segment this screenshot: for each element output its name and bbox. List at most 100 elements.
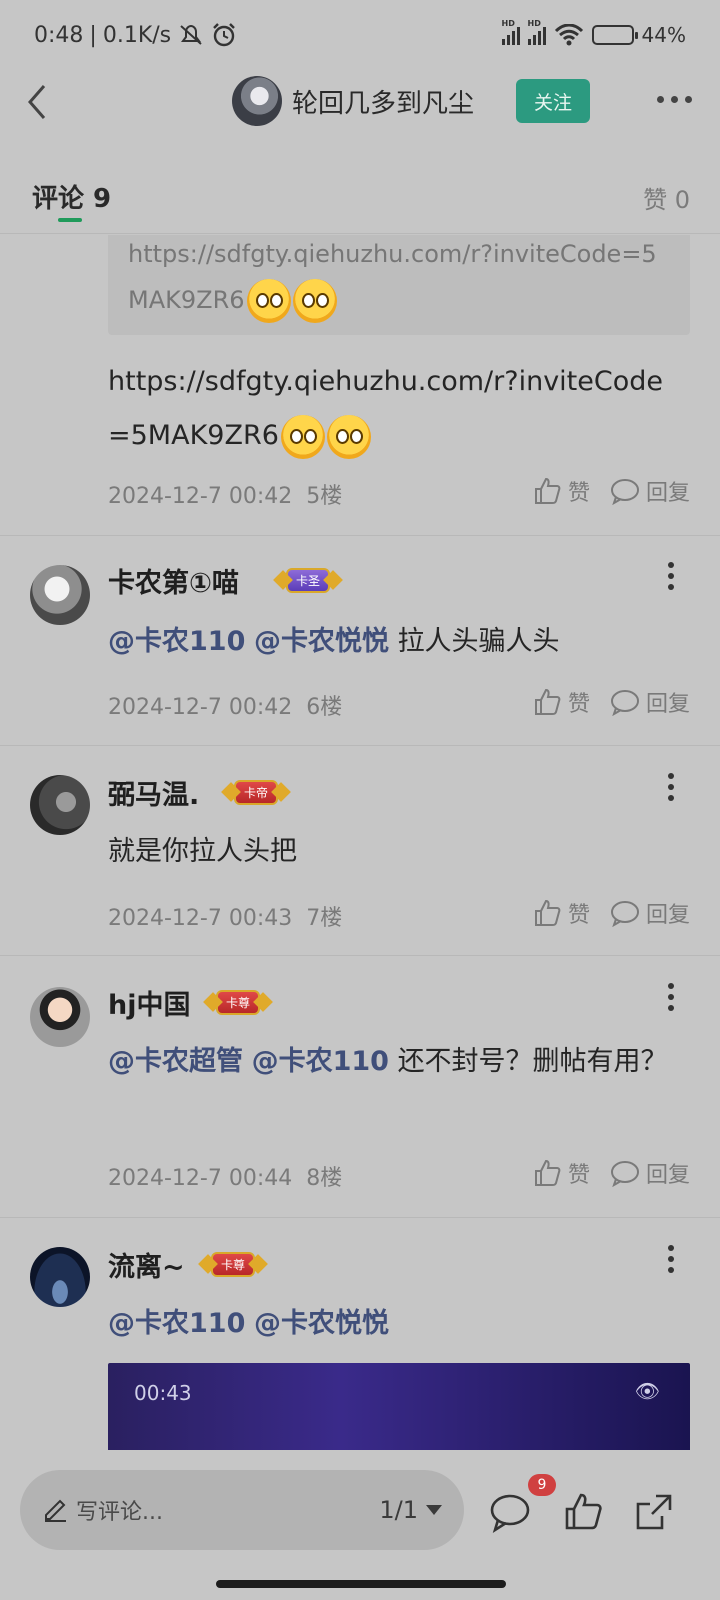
author-info[interactable]: 轮回几多到凡尘 关注: [232, 76, 591, 126]
author-name[interactable]: 轮回几多到凡尘: [292, 83, 474, 120]
comment-feed[interactable]: https://sdfgty.qiehuzhu.com/r?inviteCode…: [0, 235, 720, 1450]
comment-meta: 2024-12-7 00:43 7楼: [108, 900, 342, 932]
avatar[interactable]: [30, 1247, 90, 1307]
avatar[interactable]: [30, 775, 90, 835]
mention[interactable]: @卡农超管: [108, 1046, 243, 1077]
comment-menu-icon[interactable]: [668, 773, 674, 801]
reply-label: 回复: [645, 903, 690, 928]
comment-actions: 赞 回复: [532, 1157, 690, 1189]
mute-bell-icon: [180, 24, 202, 45]
rank-badge: 卡尊: [198, 1249, 268, 1279]
divider: [0, 535, 720, 536]
mention[interactable]: @卡农悦悦: [254, 626, 389, 657]
emoji-icon: [292, 279, 337, 323]
rank-badge: 卡尊: [203, 987, 273, 1017]
status-bar: 0:48 | 0.1K/s HD HD 44%: [0, 0, 720, 70]
comment-date: 2024-12-7 00:44: [108, 1166, 293, 1191]
status-separator: |: [89, 22, 97, 48]
video-duration: 00:43: [134, 1381, 192, 1405]
thumb-icon[interactable]: [562, 1490, 606, 1534]
like-icon: [534, 477, 561, 504]
comment-menu-icon[interactable]: [668, 983, 674, 1011]
comment-menu-icon[interactable]: [668, 1245, 674, 1273]
comment-text: @卡农超管 @卡农110 还不封号？删帖有用？: [108, 1035, 678, 1089]
avatar[interactable]: [30, 987, 90, 1047]
reply-button[interactable]: 回复: [610, 475, 690, 507]
comment-floor: 8楼: [306, 1166, 343, 1191]
mention[interactable]: @卡农110: [252, 1046, 389, 1077]
emoji-icon: [280, 414, 325, 459]
comment-floor: 7楼: [306, 906, 343, 931]
alarm-icon: [213, 23, 235, 47]
signal-2-icon: HD: [527, 19, 546, 45]
video-attachment[interactable]: 00:43 👁: [108, 1363, 690, 1450]
username[interactable]: hj中国: [108, 983, 190, 1022]
network-speed: 0.1K/s: [102, 22, 172, 48]
like-button[interactable]: 赞: [532, 686, 590, 718]
home-indicator[interactable]: [216, 1580, 506, 1588]
reply-button[interactable]: 回复: [610, 897, 690, 929]
author-avatar[interactable]: [232, 76, 282, 126]
divider: [0, 1217, 720, 1218]
reply-button[interactable]: 回复: [610, 1157, 690, 1189]
like-button[interactable]: 赞: [532, 1157, 590, 1189]
bottom-bar: 写评论... 1/1 9: [0, 1450, 720, 1562]
follow-button[interactable]: 关注: [516, 79, 591, 123]
divider: [0, 955, 720, 956]
comment-actions: 赞 回复: [532, 897, 690, 929]
page-selector[interactable]: 1/1: [379, 1496, 442, 1524]
top-navigation: 轮回几多到凡尘 关注: [0, 70, 720, 134]
mention[interactable]: @卡农110: [108, 626, 245, 657]
back-icon[interactable]: [18, 78, 58, 126]
comment-text: https://sdfgty.qiehuzhu.com/r?inviteCode…: [108, 355, 678, 463]
share-icon[interactable]: [632, 1490, 676, 1534]
comment-menu-icon[interactable]: [668, 562, 674, 590]
comment-meta: 2024-12-7 00:42 5楼: [108, 478, 342, 510]
avatar[interactable]: [30, 565, 90, 625]
reply-icon: [610, 901, 639, 927]
comment-input[interactable]: 写评论... 1/1: [20, 1470, 464, 1550]
like-icon: [534, 1159, 561, 1186]
username[interactable]: 流离~: [108, 1245, 185, 1284]
tab-likes[interactable]: 赞 0: [643, 180, 690, 215]
comment-body: 拉人头骗人头: [397, 626, 560, 657]
like-button[interactable]: 赞: [532, 475, 590, 507]
emoji-icon: [326, 414, 371, 459]
pencil-icon: [45, 1499, 66, 1522]
comment-count-badge: 9: [528, 1474, 556, 1496]
mention[interactable]: @卡农悦悦: [254, 1308, 389, 1339]
username[interactable]: 弼马温.: [108, 773, 199, 812]
mention[interactable]: @卡农110: [108, 1308, 245, 1339]
caret-down-icon: [426, 1505, 442, 1515]
battery-icon: [591, 25, 638, 45]
comment-link-text[interactable]: https://sdfgty.qiehuzhu.com/r?inviteCode…: [108, 366, 663, 451]
comment-text: @卡农110 @卡农悦悦 拉人头骗人头: [108, 615, 560, 669]
wifi-icon: [554, 24, 583, 46]
reply-label: 回复: [645, 481, 690, 506]
like-icon: [534, 899, 561, 926]
comment-actions: 赞 回复: [532, 475, 690, 507]
tab-indicator: [58, 218, 82, 222]
more-icon[interactable]: [657, 96, 692, 103]
comment-actions: 赞 回复: [532, 686, 690, 718]
comment-icon[interactable]: [488, 1490, 532, 1534]
comment-text: 就是你拉人头把: [108, 825, 297, 879]
username[interactable]: 卡农第①喵: [108, 561, 239, 600]
battery-percent: 44%: [641, 23, 686, 47]
signal-1-icon: HD: [501, 19, 520, 45]
rank-badge: 卡帝: [221, 777, 291, 807]
status-time: 0:48: [34, 22, 84, 48]
divider: [0, 745, 720, 746]
page-indicator: 1/1: [379, 1496, 418, 1524]
comment-input-placeholder: 写评论...: [76, 1500, 163, 1525]
like-label: 赞: [567, 692, 590, 717]
like-button[interactable]: 赞: [532, 897, 590, 929]
comment-date: 2024-12-7 00:42: [108, 484, 293, 509]
tab-bar: 评论 9 赞 0: [0, 160, 720, 234]
reply-icon: [610, 690, 639, 716]
comment-body: 就是你拉人头把: [108, 836, 297, 867]
quoted-comment: https://sdfgty.qiehuzhu.com/r?inviteCode…: [108, 235, 690, 335]
tab-comments[interactable]: 评论 9: [32, 178, 111, 215]
reply-button[interactable]: 回复: [610, 686, 690, 718]
like-label: 赞: [567, 481, 590, 506]
